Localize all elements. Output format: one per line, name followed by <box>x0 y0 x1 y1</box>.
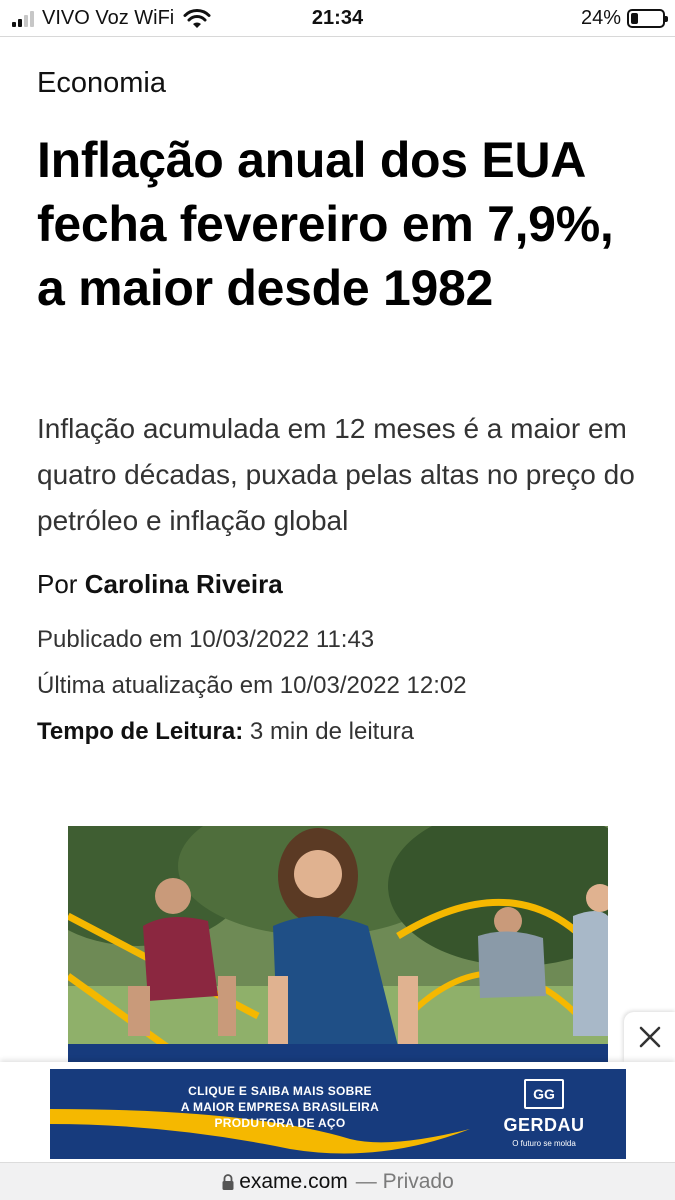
status-bar: VIVO Voz WiFi 21:34 24% <box>0 0 675 36</box>
status-divider <box>0 36 675 37</box>
battery-fill <box>631 13 638 24</box>
carrier-name: VIVO Voz WiFi <box>42 7 175 29</box>
reading-time-value: 3 min de leitura <box>249 718 415 745</box>
ad-close-button[interactable] <box>624 1012 675 1062</box>
status-left: VIVO Voz WiFi <box>12 7 212 30</box>
ad-banner[interactable]: CLIQUE E SAIBA MAIS SOBRE A MAIOR EMPRES… <box>50 1069 626 1159</box>
article-category[interactable]: Economia <box>37 67 166 100</box>
status-right: 24% <box>580 7 668 30</box>
private-label: — Privado <box>355 1169 454 1193</box>
wifi-icon <box>183 8 211 28</box>
author-name[interactable]: Carolina Riveira <box>85 569 283 599</box>
battery-icon <box>627 9 668 28</box>
url-domain: exame.com <box>239 1169 348 1193</box>
reading-time: Tempo de Leitura: 3 min de leitura <box>37 718 414 746</box>
ad-headline: CLIQUE E SAIBA MAIS SOBRE A MAIOR EMPRES… <box>170 1083 390 1131</box>
gerdau-logo-icon: GG <box>524 1079 564 1109</box>
published-date: Publicado em 10/03/2022 11:43 <box>37 626 375 653</box>
close-icon <box>639 1026 661 1048</box>
article-headline: Inflação anual dos EUA fecha fevereiro e… <box>37 132 614 316</box>
ad-line: PRODUTORA DE AÇO <box>214 1116 346 1130</box>
signal-icon <box>12 10 34 27</box>
ad-tagline: O futuro se molda <box>512 1139 576 1148</box>
yoga-illustration <box>68 826 608 1062</box>
battery-percent: 24% <box>580 7 621 29</box>
ad-brand: GERDAU <box>503 1115 585 1135</box>
byline-prefix: Por <box>37 569 78 599</box>
byline: Por Carolina Riveira <box>37 569 283 600</box>
lock-icon <box>222 1173 234 1190</box>
ad-line: CLIQUE E SAIBA MAIS SOBRE <box>188 1084 372 1098</box>
address-bar[interactable]: exame.com — Privado <box>0 1162 675 1200</box>
reading-time-label: Tempo de Leitura: <box>37 718 244 745</box>
article-subtitle: Inflação acumulada em 12 meses é a maior… <box>37 413 635 536</box>
ad-line: A MAIOR EMPRESA BRASILEIRA <box>180 1100 380 1114</box>
updated-date: Última atualização em 10/03/2022 12:02 <box>37 672 467 699</box>
article-image[interactable] <box>68 826 608 1062</box>
